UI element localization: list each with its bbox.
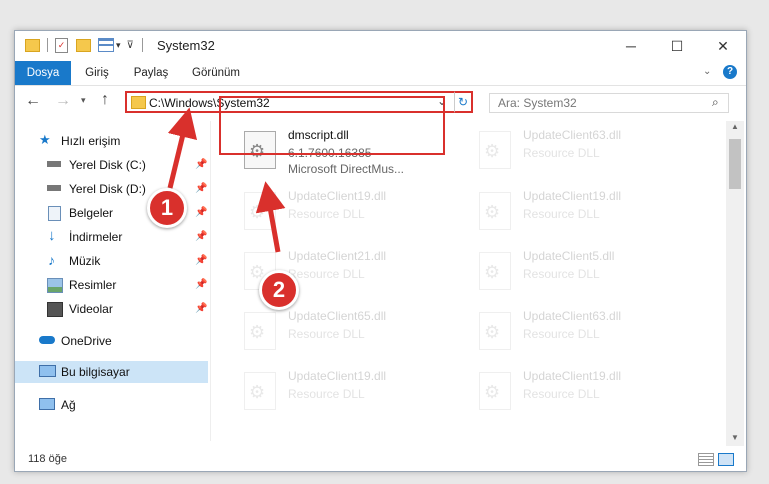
annotation-arrows xyxy=(167,107,286,253)
step-marker-1: 1 xyxy=(147,188,187,228)
arrow-2 xyxy=(255,181,286,253)
arrow-1 xyxy=(167,107,198,189)
step-marker-2: 2 xyxy=(259,270,299,310)
